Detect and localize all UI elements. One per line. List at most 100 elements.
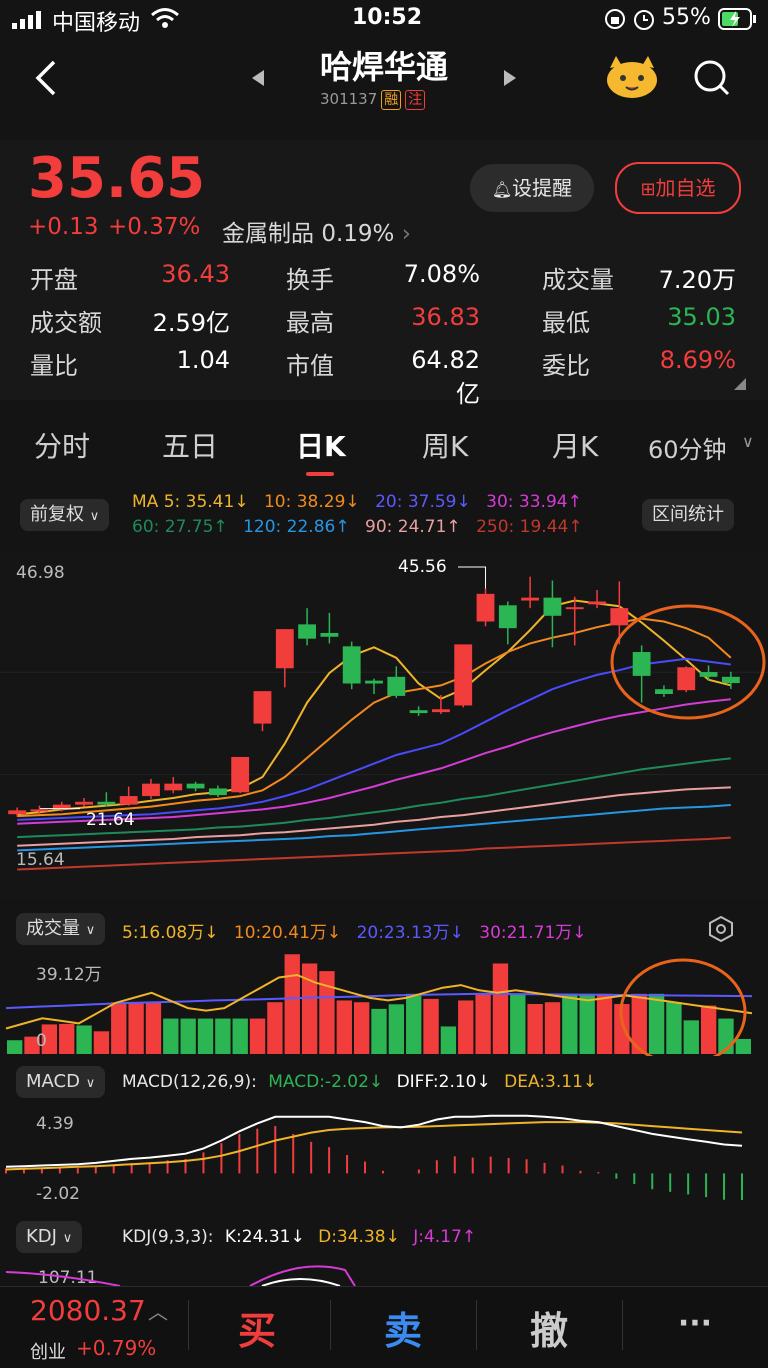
tab-0[interactable]: 分时 xyxy=(34,425,90,465)
ma20-value: 20: 37.59↓ xyxy=(375,492,471,512)
margin-tag: 融 xyxy=(381,90,402,110)
settings-button[interactable] xyxy=(708,915,734,946)
chevron-down-icon: ∨ xyxy=(85,1076,96,1091)
volume-bar xyxy=(215,1018,231,1054)
tab-5[interactable]: 60分钟 xyxy=(648,430,727,465)
volume-bar xyxy=(111,1002,127,1054)
volume-zero-label: 0 xyxy=(36,1031,47,1051)
add-watchlist-button[interactable]: ⊞加自选 xyxy=(615,162,741,214)
ma250-value: 250: 19.44↑ xyxy=(476,517,583,537)
add-watchlist-label: 加自选 xyxy=(655,176,716,200)
sector-pct: 0.19% xyxy=(321,221,395,247)
adjust-dropdown[interactable]: 前复权 ∨ xyxy=(20,499,110,531)
volume-top-label: 39.12万 xyxy=(36,965,102,985)
kdj-chart[interactable] xyxy=(0,1258,768,1286)
buy-button[interactable]: 买 xyxy=(190,1300,324,1355)
candle-body xyxy=(275,629,294,669)
ma30-value: 30: 33.94↑ xyxy=(486,492,582,512)
volume-chart[interactable] xyxy=(0,952,768,1056)
candle-body xyxy=(543,597,562,616)
candle-body xyxy=(231,756,250,793)
kline-peak-label: 45.56 xyxy=(398,557,447,577)
volume-bar xyxy=(232,1018,248,1054)
chevron-down-icon: ∨ xyxy=(742,432,754,451)
candle-body xyxy=(476,593,495,622)
vol-ma5: 5:16.08万↓ xyxy=(122,923,219,943)
mascot-icon[interactable] xyxy=(604,54,660,104)
stat-label: 成交量 xyxy=(542,266,614,294)
stat-label: 成交额 xyxy=(30,309,102,337)
stat-label: 最高 xyxy=(286,309,334,337)
candle-body xyxy=(365,680,383,684)
candle-body xyxy=(8,810,27,815)
candle-body xyxy=(342,646,361,684)
stat-label: 市值 xyxy=(286,352,334,380)
search-button[interactable] xyxy=(692,58,732,102)
volume-bar xyxy=(527,1004,543,1054)
candle-body xyxy=(253,691,272,724)
registration-tag: 注 xyxy=(405,90,426,110)
volume-bar xyxy=(458,1000,474,1054)
more-button[interactable]: ··· xyxy=(628,1306,762,1341)
d-value: D:34.38↓ xyxy=(318,1227,400,1247)
volume-bar xyxy=(353,1002,370,1054)
sell-button[interactable]: 卖 xyxy=(336,1300,470,1355)
stat-label: 开盘 xyxy=(30,266,78,294)
candle-body xyxy=(610,608,629,626)
index-value[interactable]: 2080.37 xyxy=(30,1294,146,1327)
macd-dropdown[interactable]: MACD ∨ xyxy=(16,1066,106,1098)
ma90-value: 90: 24.71↑ xyxy=(365,517,461,537)
kdj-dropdown[interactable]: KDJ ∨ xyxy=(16,1221,83,1253)
j-value: J:4.17↑ xyxy=(413,1227,477,1247)
macd-label: MACD xyxy=(26,1071,80,1092)
candle-body xyxy=(632,652,651,676)
volume-bar xyxy=(475,993,491,1054)
hexagon-settings-icon xyxy=(709,915,733,943)
kline-chart[interactable] xyxy=(0,550,768,900)
chevron-right-icon: › xyxy=(401,221,411,247)
carrier-text: 中国移动 xyxy=(52,11,141,36)
tab-1[interactable]: 五日 xyxy=(162,425,218,465)
volume-bar xyxy=(7,1040,23,1054)
candle-body xyxy=(186,783,205,789)
triangle-right-icon xyxy=(504,70,516,86)
kline-bottom-label: 15.64 xyxy=(16,850,65,870)
chevron-up-icon: ︿ xyxy=(148,1300,168,1324)
volume-bar xyxy=(562,993,578,1054)
stat-value: 64.82亿 xyxy=(411,346,480,408)
alarm-icon xyxy=(632,7,656,37)
tab-4[interactable]: 月K xyxy=(552,425,598,465)
vol-ma20: 20:23.13万↓ xyxy=(356,923,464,943)
sector-link[interactable]: 金属制品 0.19% › xyxy=(222,214,411,248)
expand-corner-icon[interactable] xyxy=(734,378,746,390)
candle-body xyxy=(298,624,317,639)
candle-body xyxy=(208,788,227,796)
stat-value: 2.59亿 xyxy=(152,309,230,337)
chevron-down-icon: ∨ xyxy=(62,1231,73,1246)
tab-2[interactable]: 日K xyxy=(296,425,346,465)
vol-ma30: 30:21.71万↓ xyxy=(479,923,587,943)
volume-dropdown[interactable]: 成交量 ∨ xyxy=(16,913,106,945)
cancel-order-button[interactable]: 撤 xyxy=(482,1300,616,1355)
candle-body xyxy=(521,597,540,601)
stat-value: 1.04 xyxy=(176,346,230,374)
plus-square-icon: ⊞ xyxy=(640,179,656,200)
candle-body xyxy=(75,801,93,805)
range-stats-button[interactable]: 区间统计 xyxy=(642,499,734,531)
tab-3[interactable]: 周K xyxy=(422,425,468,465)
volume-bar xyxy=(406,993,422,1054)
volume-bar xyxy=(336,1000,352,1054)
next-stock-button[interactable] xyxy=(502,68,518,92)
volume-bar xyxy=(197,1018,214,1054)
search-icon xyxy=(694,60,730,96)
volume-label: 成交量 xyxy=(26,918,80,939)
volume-bar xyxy=(284,954,300,1054)
battery-icon xyxy=(718,8,758,36)
set-alert-button[interactable]: 🔔︎设提醒 xyxy=(470,164,594,212)
macd-chart[interactable] xyxy=(0,1105,768,1210)
volume-bar xyxy=(683,1020,699,1054)
macd-top-label: 4.39 xyxy=(36,1114,74,1134)
kdj-params: KDJ(9,3,3): xyxy=(122,1227,214,1247)
candle-body xyxy=(721,676,740,684)
volume-bar xyxy=(59,1023,75,1054)
